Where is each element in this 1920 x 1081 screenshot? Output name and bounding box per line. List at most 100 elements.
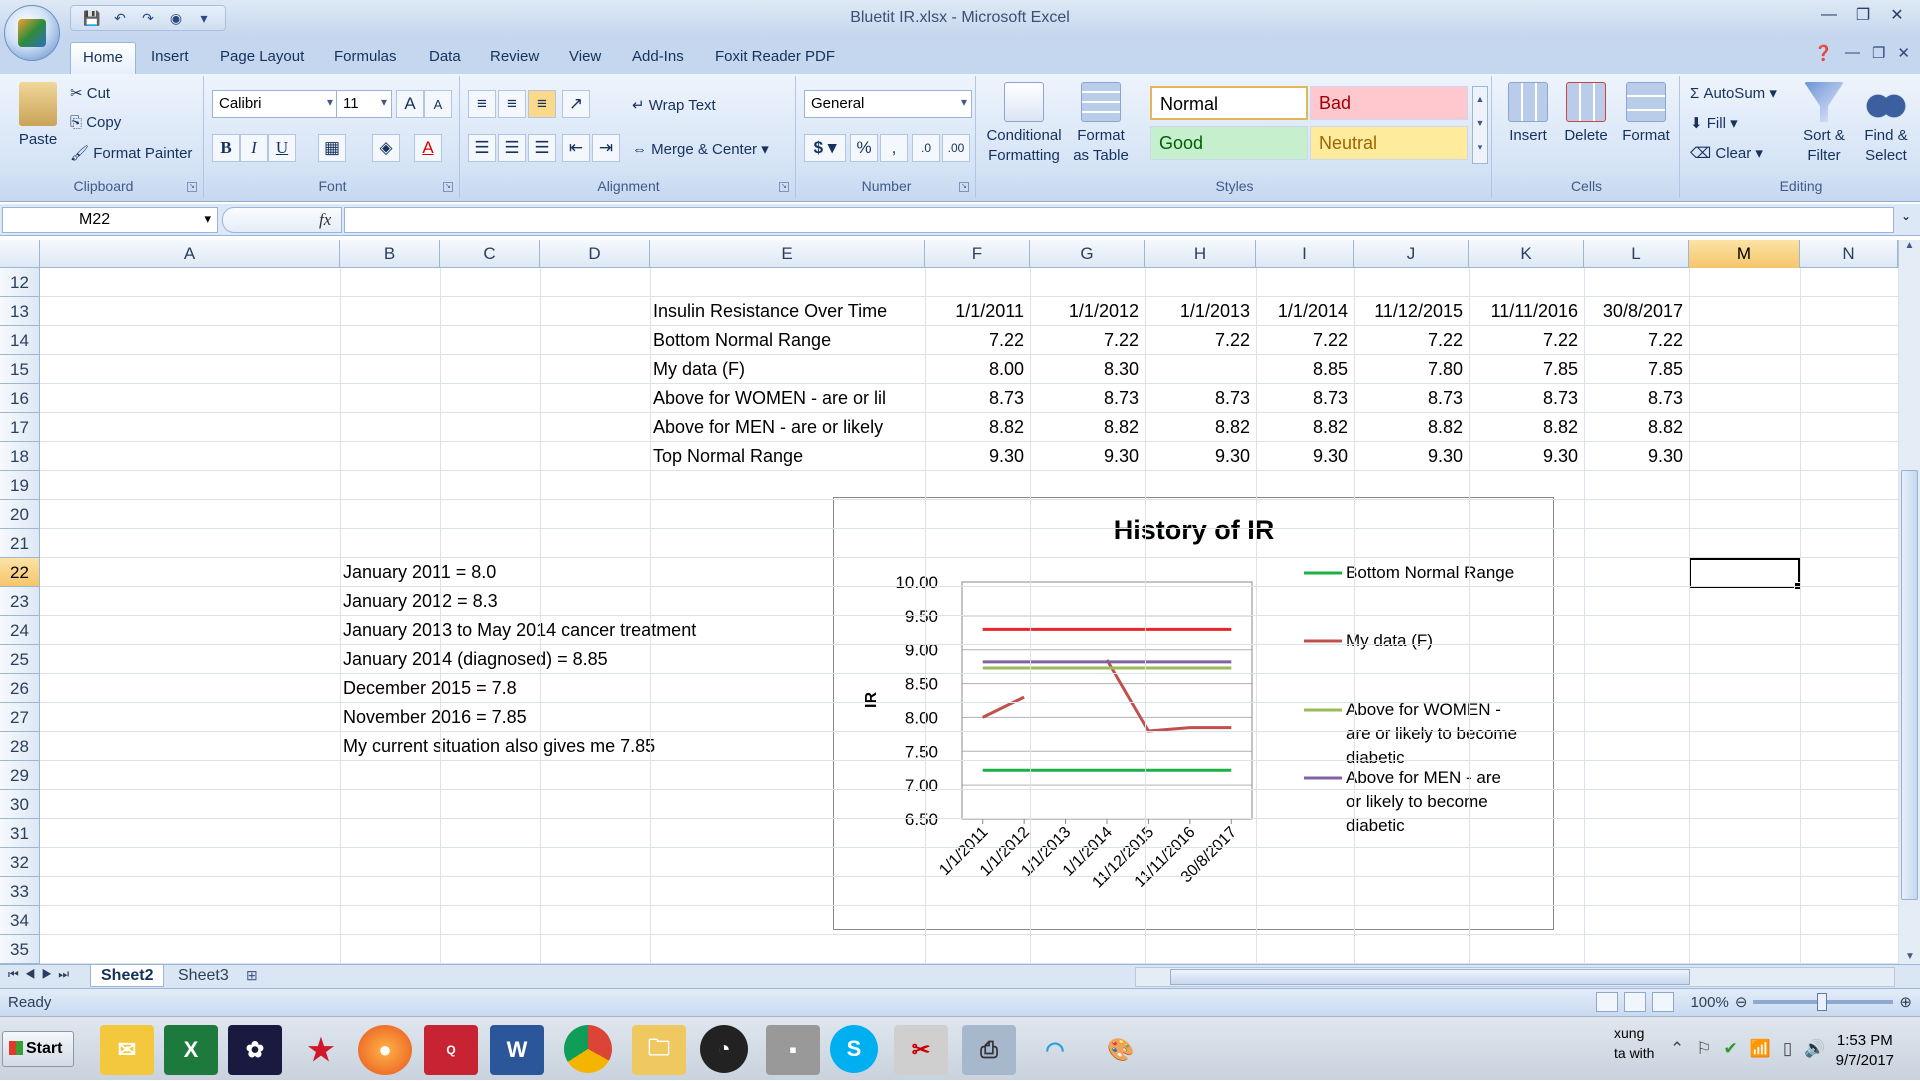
cell[interactable]: 7.22: [1030, 326, 1145, 355]
zoom-slider[interactable]: [1753, 993, 1894, 1011]
select-all-corner[interactable]: [0, 240, 40, 268]
cut-button[interactable]: ✂ Cut: [70, 84, 110, 102]
increase-indent-icon[interactable]: ⇥: [592, 134, 620, 162]
cell[interactable]: 9.30: [1145, 442, 1256, 471]
sheet-tab-sheet3[interactable]: Sheet3: [168, 965, 239, 987]
row-header-13[interactable]: 13: [0, 297, 40, 326]
row-header-29[interactable]: 29: [0, 761, 40, 790]
signal-icon[interactable]: 📶: [1750, 1039, 1771, 1059]
cell[interactable]: 8.73: [1030, 384, 1145, 413]
cell[interactable]: 7.22: [1354, 326, 1469, 355]
row-header-25[interactable]: 25: [0, 645, 40, 674]
row-header-14[interactable]: 14: [0, 326, 40, 355]
alignment-launcher-icon[interactable]: ↘: [779, 182, 789, 192]
clipboard-launcher-icon[interactable]: ↘: [187, 182, 197, 192]
cell[interactable]: 8.73: [1584, 384, 1689, 413]
office-button[interactable]: [4, 5, 60, 61]
row-header-34[interactable]: 34: [0, 906, 40, 935]
decrease-decimal-icon[interactable]: .00: [942, 134, 970, 162]
increase-decimal-icon[interactable]: .0: [912, 134, 940, 162]
clock[interactable]: 1:53 PM 9/7/2017: [1836, 1031, 1894, 1071]
cell[interactable]: Above for MEN - are or likely: [650, 413, 925, 442]
style-good[interactable]: Good: [1150, 126, 1308, 160]
paste-button[interactable]: Paste: [10, 82, 66, 150]
find-select-button[interactable]: Find & Select: [1856, 82, 1916, 166]
column-header-g[interactable]: G: [1030, 240, 1145, 268]
paint-icon[interactable]: 🎨: [1094, 1025, 1148, 1075]
word-icon[interactable]: W: [490, 1025, 544, 1075]
cell[interactable]: January 2011 = 8.0: [340, 558, 820, 587]
fill-color-icon[interactable]: ◈: [372, 134, 400, 162]
fill-button[interactable]: ⬇ Fill ▾: [1690, 114, 1738, 132]
align-top-icon[interactable]: ≡: [468, 90, 496, 118]
horizontal-scroll-thumb[interactable]: [1170, 969, 1690, 985]
scroll-up-icon[interactable]: ▲: [1899, 240, 1920, 251]
borders-icon[interactable]: ▦: [318, 134, 346, 162]
comma-icon[interactable]: ,: [880, 134, 908, 162]
column-header-d[interactable]: D: [540, 240, 650, 268]
cell[interactable]: 7.85: [1469, 355, 1584, 384]
minimize-icon[interactable]: —: [1814, 4, 1844, 26]
firefox-icon[interactable]: ●: [358, 1025, 412, 1075]
row-header-26[interactable]: 26: [0, 674, 40, 703]
cell[interactable]: 30/8/2017: [1584, 297, 1689, 326]
font-size-combo[interactable]: 11: [336, 90, 392, 118]
cell[interactable]: Top Normal Range: [650, 442, 925, 471]
start-button[interactable]: Start: [2, 1031, 74, 1067]
format-as-table-button[interactable]: Format as Table: [1070, 82, 1132, 166]
excel-icon[interactable]: X: [164, 1025, 218, 1075]
sort-filter-button[interactable]: Sort & Filter: [1794, 82, 1854, 166]
tab-foxit-reader-pdf[interactable]: Foxit Reader PDF: [703, 44, 847, 69]
row-header-31[interactable]: 31: [0, 819, 40, 848]
style-bad[interactable]: Bad: [1310, 86, 1468, 120]
row-header-24[interactable]: 24: [0, 616, 40, 645]
cell[interactable]: 8.82: [925, 413, 1030, 442]
clear-button[interactable]: ⌫ Clear ▾: [1690, 144, 1763, 162]
cell[interactable]: 8.73: [1354, 384, 1469, 413]
outlook-icon[interactable]: ✉: [100, 1025, 154, 1075]
sheet-nav-icon[interactable]: ⏮◀▶⏭: [8, 967, 75, 982]
cell[interactable]: 9.30: [925, 442, 1030, 471]
font-launcher-icon[interactable]: ↘: [443, 182, 453, 192]
row-header-23[interactable]: 23: [0, 587, 40, 616]
cell[interactable]: 9.30: [1030, 442, 1145, 471]
zoom-in-icon[interactable]: ⊕: [1899, 993, 1912, 1011]
font-name-combo[interactable]: Calibri: [212, 90, 338, 118]
column-header-k[interactable]: K: [1469, 240, 1584, 268]
row-header-28[interactable]: 28: [0, 732, 40, 761]
scanner-icon[interactable]: ⎙: [962, 1025, 1016, 1075]
cell[interactable]: 8.82: [1354, 413, 1469, 442]
currency-icon[interactable]: $ ▾: [804, 134, 846, 162]
column-header-l[interactable]: L: [1584, 240, 1689, 268]
help-icon[interactable]: ❓: [1814, 44, 1833, 62]
cell[interactable]: January 2014 (diagnosed) = 8.85: [340, 645, 820, 674]
cell[interactable]: Above for WOMEN - are or lil: [650, 384, 925, 413]
pokerstars-icon[interactable]: ★: [294, 1025, 348, 1075]
vertical-scrollbar[interactable]: ▲ ▼: [1898, 240, 1920, 964]
align-left-icon[interactable]: ☰: [468, 134, 496, 162]
cell[interactable]: 8.73: [1469, 384, 1584, 413]
cell[interactable]: 8.82: [1584, 413, 1689, 442]
sheet-tab-sheet2[interactable]: Sheet2: [90, 965, 165, 987]
skype-icon[interactable]: S: [830, 1025, 878, 1073]
merge-center-button[interactable]: ⇔ Merge & Center ▾: [632, 140, 769, 158]
autosum-button[interactable]: Σ AutoSum ▾: [1690, 84, 1777, 102]
zoom-out-icon[interactable]: ⊖: [1735, 993, 1748, 1011]
number-format-combo[interactable]: General: [804, 90, 972, 118]
row-header-27[interactable]: 27: [0, 703, 40, 732]
conditional-formatting-button[interactable]: Conditional Formatting: [982, 82, 1066, 166]
cell[interactable]: 11/11/2016: [1469, 297, 1584, 326]
cell[interactable]: 8.82: [1145, 413, 1256, 442]
shrink-font-icon[interactable]: A: [424, 90, 452, 118]
delete-cells-button[interactable]: Delete: [1558, 82, 1614, 146]
cell[interactable]: 8.82: [1256, 413, 1354, 442]
grow-font-icon[interactable]: A: [396, 90, 424, 118]
row-header-17[interactable]: 17: [0, 413, 40, 442]
column-header-i[interactable]: I: [1256, 240, 1354, 268]
page-layout-view-icon[interactable]: [1624, 992, 1647, 1012]
chart[interactable]: History of IR 10.00 9.50 9.00 8.50 8.00 7.50 7.…: [833, 497, 1554, 930]
tab-view[interactable]: View: [557, 44, 613, 69]
format-cells-button[interactable]: Format: [1616, 82, 1676, 146]
row-header-30[interactable]: 30: [0, 790, 40, 819]
sync-check-icon[interactable]: ✔: [1724, 1039, 1738, 1059]
